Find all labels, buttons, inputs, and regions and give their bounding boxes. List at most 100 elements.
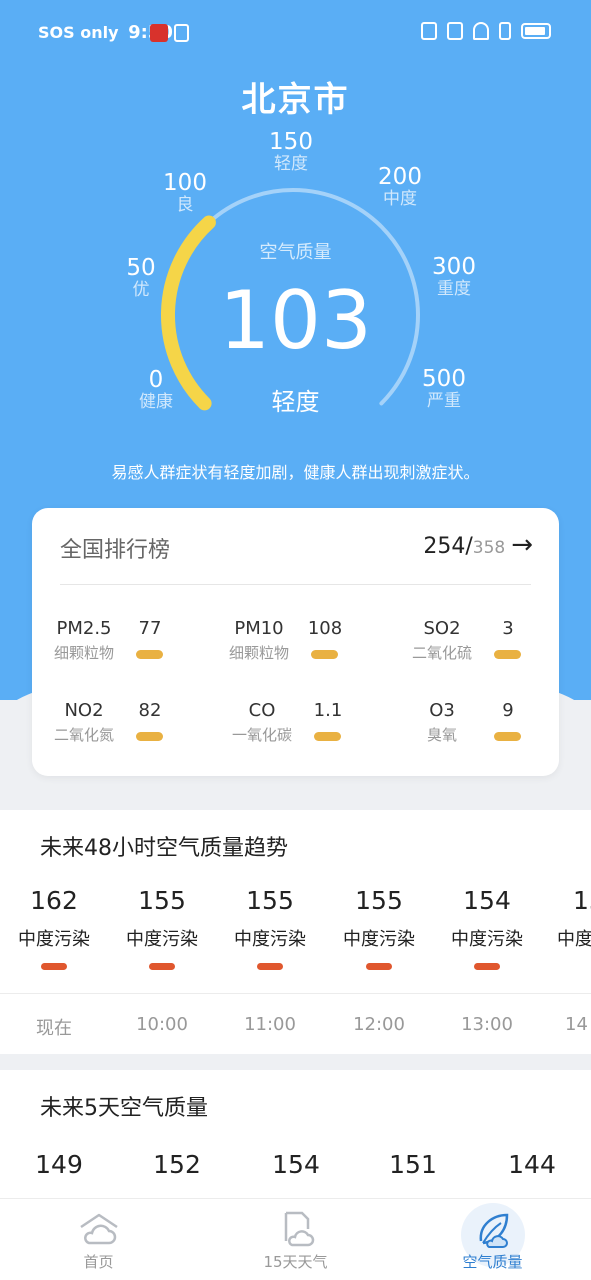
aqi-level: 轻度 bbox=[271, 388, 320, 416]
hour-time: 10:00 bbox=[136, 1014, 188, 1035]
scale-value: 150 bbox=[269, 129, 313, 155]
day-aqi: 154 bbox=[272, 1150, 320, 1179]
pollutant-desc: 臭氧 bbox=[426, 726, 457, 744]
scale-label: 轻度 bbox=[274, 154, 308, 174]
hour-level: 中度污染 bbox=[234, 929, 306, 950]
hour-time: 12:00 bbox=[353, 1014, 405, 1035]
vibrate-icon bbox=[447, 22, 463, 40]
hour-time: 13:00 bbox=[461, 1014, 513, 1035]
pollutant-value: 77 bbox=[138, 618, 162, 639]
hour-aqi: 162 bbox=[30, 886, 78, 915]
pollutant-value: 82 bbox=[138, 700, 162, 721]
pollutant-name: O3 bbox=[429, 700, 455, 721]
pollutant-pm25: PM2.5 细颗粒物 77 bbox=[44, 618, 204, 674]
scale-label: 中度 bbox=[383, 189, 417, 209]
pollutant-no2: NO2 二氧化氮 82 bbox=[44, 700, 204, 756]
hour-aqi: 155 bbox=[138, 886, 186, 915]
pollutant-pm10: PM10 细颗粒物 108 bbox=[219, 618, 379, 674]
ranking-link[interactable]: 254/ 358 → bbox=[423, 530, 533, 560]
status-bar: SOS only 9:50 bbox=[0, 0, 591, 64]
pollutant-level-bar bbox=[136, 650, 163, 659]
pollutant-level-bar bbox=[136, 732, 163, 741]
hour-level: 中度污染 bbox=[18, 929, 90, 950]
pollutant-value: 1.1 bbox=[313, 700, 343, 721]
calendar-cloud-icon bbox=[284, 1211, 314, 1247]
forecast-48h-title: 未来48小时空气质量趋势 bbox=[40, 836, 288, 861]
pollutant-desc: 一氧化碳 bbox=[231, 726, 292, 744]
hour-level-bar bbox=[474, 963, 500, 970]
hour-item: 155 中度污染 bbox=[216, 886, 324, 970]
hour-aqi: 155 bbox=[355, 886, 403, 915]
day-aqi: 144 bbox=[508, 1150, 556, 1179]
ranking-title: 全国排行榜 bbox=[60, 538, 171, 563]
pollutant-co: CO 一氧化碳 1.1 bbox=[222, 700, 382, 756]
hour-item: 155 中度污染 bbox=[108, 886, 216, 970]
pollutant-level-bar bbox=[494, 732, 521, 741]
day-aqi: 152 bbox=[153, 1150, 201, 1179]
pollutant-value: 108 bbox=[307, 618, 343, 639]
alert-icon bbox=[499, 22, 511, 40]
hour-aqi: 15 bbox=[573, 886, 591, 915]
hour-time: 14 bbox=[565, 1014, 588, 1035]
nav-label: 15天天气 bbox=[263, 1253, 328, 1271]
scale-value: 200 bbox=[378, 164, 422, 190]
hour-level-bar bbox=[41, 963, 67, 970]
pollutant-level-bar bbox=[314, 732, 341, 741]
wifi-icon bbox=[473, 22, 489, 40]
pollutant-o3: O3 臭氧 9 bbox=[402, 700, 562, 756]
scale-value: 100 bbox=[163, 170, 207, 196]
hour-level: 中度污染 bbox=[343, 929, 415, 950]
aqi-value: 103 bbox=[219, 274, 372, 367]
health-advice: 易感人群症状有轻度加剧，健康人群出现刺激症状。 bbox=[111, 463, 480, 482]
forecast-5day-section[interactable]: 未来5天空气质量 149 152 154 151 144 bbox=[0, 1070, 591, 1200]
hour-item: 162 中度污染 bbox=[0, 886, 108, 970]
pollutant-so2: SO2 二氧化硫 3 bbox=[402, 618, 562, 674]
nfc-icon bbox=[421, 22, 437, 40]
pollutant-level-bar bbox=[311, 650, 338, 659]
leaf-icon bbox=[479, 1213, 508, 1248]
forecast-5day-title: 未来5天空气质量 bbox=[40, 1096, 208, 1121]
gauge-title: 空气质量 bbox=[259, 242, 332, 263]
scale-100: 100 良 bbox=[145, 171, 225, 215]
pollutant-desc: 二氧化氮 bbox=[53, 726, 114, 744]
rank-total: 358 bbox=[472, 538, 506, 558]
hour-time: 11:00 bbox=[244, 1014, 296, 1035]
hour-aqi: 154 bbox=[463, 886, 511, 915]
scale-150: 150 轻度 bbox=[251, 130, 331, 174]
app-notification-icon bbox=[150, 24, 168, 42]
pollutant-value: 9 bbox=[502, 700, 514, 721]
pollutant-desc: 二氧化硫 bbox=[411, 644, 472, 662]
nav-15day[interactable]: 15天天气 bbox=[197, 1199, 394, 1280]
pollutant-desc: 细颗粒物 bbox=[53, 644, 114, 662]
pollutant-name: PM10 bbox=[234, 618, 284, 639]
divider bbox=[60, 584, 531, 585]
nav-label: 空气质量 bbox=[462, 1253, 523, 1271]
pollutant-name: SO2 bbox=[423, 618, 461, 639]
hour-aqi: 155 bbox=[246, 886, 294, 915]
hour-item-partial: 15 中度 bbox=[541, 886, 591, 970]
bottom-nav: 首页 15天天气 空气质量 bbox=[0, 1198, 591, 1280]
pollutant-level-bar bbox=[494, 650, 521, 659]
pollutant-name: NO2 bbox=[64, 700, 104, 721]
city-title[interactable]: 北京市 bbox=[0, 72, 591, 121]
day-aqi: 151 bbox=[389, 1150, 437, 1179]
hour-level: 中度 bbox=[557, 929, 591, 950]
pollutant-desc: 细颗粒物 bbox=[228, 644, 289, 662]
nav-label: 首页 bbox=[83, 1253, 114, 1271]
pollutant-name: PM2.5 bbox=[56, 618, 112, 639]
scale-label: 良 bbox=[176, 195, 194, 215]
forecast-48h-section[interactable]: 未来48小时空气质量趋势 162 中度污染 155 中度污染 155 中度污染 … bbox=[0, 810, 591, 1054]
hour-level: 中度污染 bbox=[126, 929, 198, 950]
hour-time: 现在 bbox=[36, 1018, 72, 1039]
day-aqi: 149 bbox=[35, 1150, 83, 1179]
hour-level-bar bbox=[257, 963, 283, 970]
hour-level-bar bbox=[366, 963, 392, 970]
ranking-card[interactable]: 全国排行榜 254/ 358 → PM2.5 细颗粒物 77 PM10 细颗粒物… bbox=[32, 508, 559, 776]
pollutant-value: 3 bbox=[502, 618, 514, 639]
nav-home[interactable]: 首页 bbox=[0, 1199, 197, 1280]
hour-level-bar bbox=[149, 963, 175, 970]
nav-air-quality[interactable]: 空气质量 bbox=[394, 1199, 591, 1280]
pollutant-name: CO bbox=[248, 700, 276, 721]
status-icons bbox=[421, 22, 551, 40]
upload-icon bbox=[174, 24, 189, 42]
